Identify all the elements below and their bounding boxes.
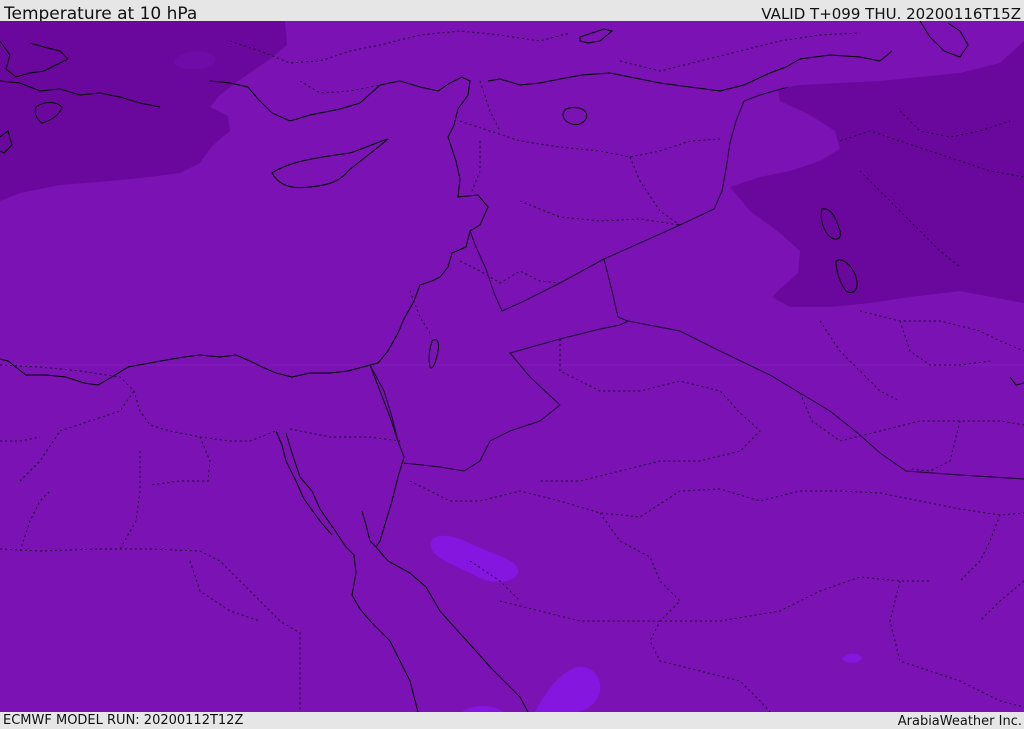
header-bar: Temperature at 10 hPa VALID T+099 THU. 2… <box>0 0 1024 24</box>
model-run: ECMWF MODEL RUN: 20200112T12Z <box>3 713 244 728</box>
map-figure: Temperature at 10 hPa VALID T+099 THU. 2… <box>0 0 1024 729</box>
map-svg <box>0 21 1024 712</box>
brand-credit: ArabiaWeather Inc. <box>897 714 1022 729</box>
footer-bar: ECMWF MODEL RUN: 20200112T12Z ArabiaWeat… <box>0 712 1024 729</box>
map-canvas <box>0 21 1024 712</box>
